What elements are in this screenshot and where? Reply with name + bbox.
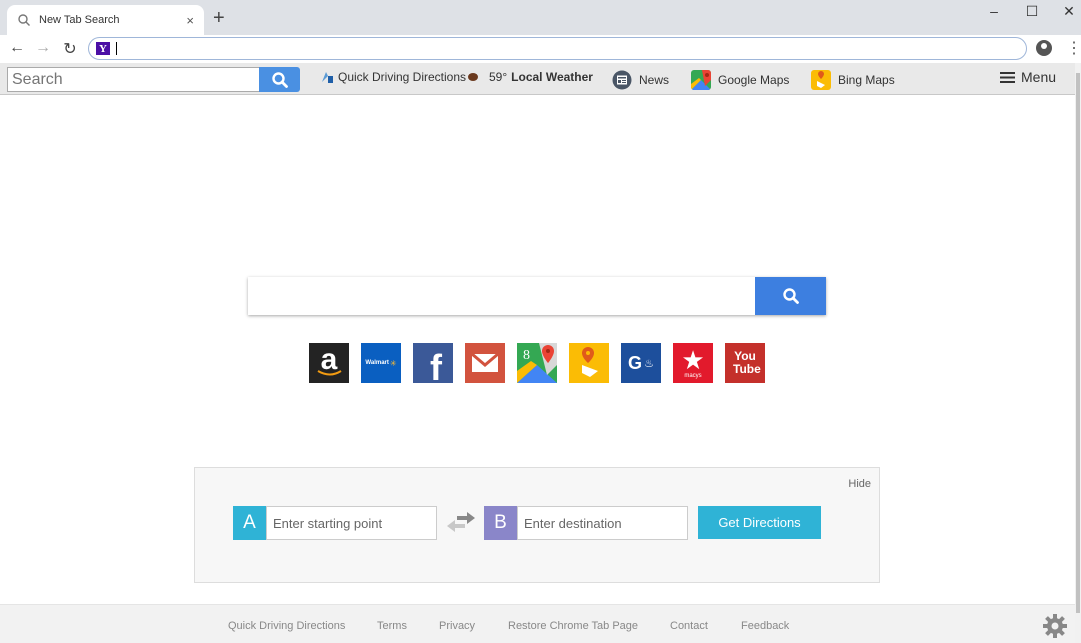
facebook-icon: f [430, 347, 442, 383]
destination-input[interactable] [517, 506, 688, 540]
scrollbar-thumb[interactable] [1076, 73, 1080, 613]
toolbar-link-label: Bing Maps [838, 73, 895, 87]
google-maps-tile-icon: 8 [517, 343, 557, 383]
menu-label: Menu [1021, 69, 1057, 85]
tile-macys[interactable]: ★ macys [673, 343, 713, 383]
toolbar-link-label: News [639, 73, 670, 87]
walmart-icon: Walmart [365, 360, 389, 366]
title-bar: New Tab Search × + – ☐ ✕ [0, 0, 1081, 35]
news-icon [612, 70, 632, 90]
footer-link-feedback[interactable]: Feedback [741, 620, 789, 632]
footer-link-terms[interactable]: Terms [377, 620, 407, 632]
swap-arrows-icon[interactable] [445, 512, 477, 534]
walmart-spark-icon: ✳ [389, 358, 397, 368]
text-caret [116, 42, 117, 55]
tile-bing-maps[interactable] [569, 343, 609, 383]
svg-text:8: 8 [523, 348, 530, 363]
main-search-button[interactable] [755, 277, 826, 315]
settings-gear-icon[interactable] [1042, 613, 1068, 639]
profile-icon[interactable] [1036, 40, 1052, 56]
footer: Quick Driving Directions Terms Privacy R… [0, 604, 1075, 643]
hide-link[interactable]: Hide [848, 478, 871, 490]
tile-walmart[interactable]: Walmart ✳ [361, 343, 401, 383]
footer-link-contact[interactable]: Contact [670, 620, 708, 632]
footer-link-privacy[interactable]: Privacy [439, 620, 475, 632]
toolbar-link-label: Google Maps [718, 73, 790, 87]
toolbar-link-directions[interactable]: Quick Driving Directions [320, 70, 466, 84]
toolbar-search-input[interactable] [7, 67, 260, 92]
address-bar[interactable]: Y [88, 37, 1027, 60]
toolbar-link-label: Local Weather [511, 70, 593, 84]
shortcut-tiles: a Walmart ✳ f 8 G ♨ ★ macys You Tube [309, 343, 765, 383]
footer-link-directions[interactable]: Quick Driving Directions [228, 620, 345, 632]
starting-point-input[interactable] [266, 506, 437, 540]
start-badge: A [233, 506, 266, 540]
yahoo-icon: Y [96, 42, 110, 55]
toolbar-link-weather[interactable]: 59° Local Weather [467, 70, 593, 84]
amazon-smile-icon [317, 370, 342, 376]
main-search-box [248, 277, 826, 315]
macys-label: macys [684, 373, 702, 379]
destination-badge: B [484, 506, 517, 540]
toolbar-link-label: Quick Driving Directions [338, 70, 467, 84]
weather-temp: 59° [489, 70, 508, 84]
toolbar-link-google-maps[interactable]: Google Maps [691, 70, 789, 90]
tile-gasbuddy[interactable]: G ♨ [621, 343, 661, 383]
tab-title: New Tab Search [39, 14, 120, 26]
gmail-envelope-icon [471, 353, 499, 372]
gasbuddy-icon: G [628, 352, 643, 373]
weather-icon [468, 73, 478, 81]
close-window-button[interactable]: ✕ [1057, 3, 1081, 20]
tile-google-maps[interactable]: 8 [517, 343, 557, 383]
browser-menu-icon[interactable]: ⋮ [1066, 38, 1081, 58]
search-icon [271, 71, 288, 88]
hamburger-icon [1000, 71, 1015, 83]
page-scrollbar[interactable] [1075, 63, 1081, 643]
youtube-icon: You Tube [733, 349, 761, 376]
back-button[interactable]: ← [7, 39, 27, 57]
tile-amazon[interactable]: a [309, 343, 349, 383]
google-maps-icon [691, 70, 711, 90]
navigation-bar: ← → ↻ Y ⋮ [0, 35, 1081, 63]
toolbar-link-news[interactable]: News [612, 70, 669, 90]
tile-gmail[interactable] [465, 343, 505, 383]
maximize-button[interactable]: ☐ [1020, 3, 1044, 20]
footer-link-restore[interactable]: Restore Chrome Tab Page [508, 620, 638, 632]
main-search-input[interactable] [248, 277, 755, 315]
directions-panel: Hide A B Get Directions [194, 467, 880, 583]
tile-youtube[interactable]: You Tube [725, 343, 765, 383]
toolbar-link-bing-maps[interactable]: Bing Maps [811, 70, 895, 90]
search-icon [18, 14, 30, 26]
search-icon [782, 288, 799, 304]
bing-maps-icon [811, 70, 831, 90]
new-tab-button[interactable]: + [213, 8, 225, 28]
get-directions-button[interactable]: Get Directions [698, 506, 821, 539]
minimize-button[interactable]: – [982, 3, 1006, 19]
toolbar-search-button[interactable] [259, 67, 300, 92]
tile-facebook[interactable]: f [413, 343, 453, 383]
browser-tab[interactable]: New Tab Search × [7, 5, 204, 35]
tab-close-icon[interactable]: × [186, 13, 194, 28]
extension-toolbar: Quick Driving Directions 59° Local Weath… [0, 63, 1075, 95]
forward-button[interactable]: → [33, 39, 53, 57]
reload-button[interactable]: ↻ [60, 39, 80, 59]
bing-maps-tile-icon [582, 347, 598, 377]
toolbar-menu-button[interactable]: Menu [1000, 69, 1056, 85]
flame-icon: ♨ [644, 357, 654, 370]
macys-star-icon: ★ [681, 345, 705, 375]
directions-icon [322, 72, 333, 83]
